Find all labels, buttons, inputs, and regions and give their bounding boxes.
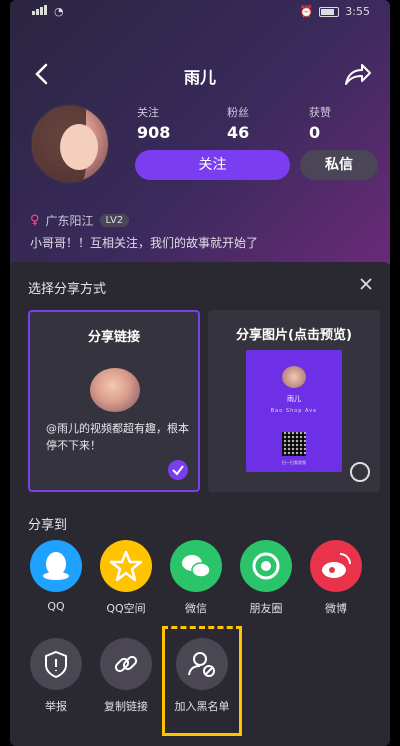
- qr-code: [282, 432, 306, 456]
- share-link-card[interactable]: 分享链接 @雨儿的视频都超有趣，根本停不下来！: [28, 310, 200, 492]
- wechat-icon: [170, 540, 222, 592]
- share-target-label: QQ空间: [106, 602, 146, 615]
- status-time: 3:55: [345, 5, 370, 18]
- stat-following[interactable]: 关注 908: [137, 104, 197, 142]
- poster-preview[interactable]: 雨儿 Bao Shop Ave 扫一扫看视频: [246, 350, 342, 472]
- stat-likes[interactable]: 获赞 0: [309, 104, 369, 142]
- stat-value: 46: [227, 123, 250, 142]
- female-gender-icon: ♀: [30, 213, 40, 228]
- page-title: 雨儿: [183, 68, 216, 87]
- stat-label: 关注: [137, 106, 159, 119]
- selected-check-icon: [168, 460, 188, 480]
- poster-footer: 扫一扫看视频: [282, 460, 306, 465]
- share-qq[interactable]: QQ: [24, 540, 88, 613]
- qq-icon: [30, 540, 82, 592]
- moments-icon: [240, 540, 292, 592]
- link-icon: [100, 638, 152, 690]
- wifi-icon: ◔: [54, 5, 64, 18]
- stat-label: 获赞: [309, 106, 331, 119]
- battery-icon: [319, 6, 340, 17]
- report-action[interactable]: 举报: [24, 638, 88, 714]
- location-row: ♀ 广东阳江 LV2: [30, 212, 130, 229]
- top-nav: 雨儿: [10, 58, 390, 90]
- message-button[interactable]: 私信: [300, 150, 378, 180]
- share-link-text: @雨儿的视频都超有趣，根本停不下来！: [46, 422, 189, 452]
- card-title: 分享链接: [87, 330, 140, 345]
- report-shield-icon: [30, 638, 82, 690]
- avatar[interactable]: [30, 104, 110, 184]
- unselected-radio[interactable]: [350, 462, 370, 482]
- copy-link-action[interactable]: 复制链接: [94, 638, 158, 714]
- share-qzone[interactable]: QQ空间: [94, 540, 158, 616]
- poster-tag: Bao Shop Ave: [270, 408, 318, 414]
- status-bar: ◔ ⏰ 3:55: [10, 0, 390, 22]
- alarm-icon: ⏰: [299, 5, 314, 18]
- weibo-icon: [310, 540, 362, 592]
- share-moments[interactable]: 朋友圈: [234, 540, 298, 616]
- stat-value: 908: [137, 123, 171, 142]
- poster-avatar: [282, 366, 306, 388]
- bio-text: 小哥哥！！互相关注，我们的故事就开始了: [30, 236, 259, 250]
- card-avatar: [90, 368, 140, 412]
- share-icon[interactable]: [342, 60, 372, 88]
- stat-fans[interactable]: 粉丝 46: [227, 104, 287, 142]
- follow-button[interactable]: 关注: [135, 150, 290, 180]
- share-wechat[interactable]: 微信: [164, 540, 228, 616]
- share-target-label: 微信: [185, 602, 207, 615]
- highlight-frame: [162, 626, 242, 736]
- action-label: 举报: [45, 700, 67, 713]
- signal-icon: [32, 5, 48, 18]
- qzone-star-icon: [100, 540, 152, 592]
- share-weibo[interactable]: 微博: [304, 540, 368, 616]
- share-target-label: 微博: [325, 602, 347, 615]
- share-sheet: 选择分享方式 分享链接 @雨儿的视频都超有趣，根本停不下来！ 分享图片(点击预览…: [10, 262, 390, 746]
- location-text: 广东阳江: [45, 214, 94, 228]
- phone-screen: ◔ ⏰ 3:55 雨儿 关注 908 粉丝 46 获赞 0 关注 私信 ♀ 广东…: [10, 0, 390, 746]
- sheet-title: 选择分享方式: [28, 282, 107, 297]
- share-target-label: 朋友圈: [249, 602, 283, 615]
- stat-value: 0: [309, 123, 321, 142]
- stat-label: 粉丝: [227, 106, 249, 119]
- share-to-label: 分享到: [28, 518, 68, 533]
- share-image-card[interactable]: 分享图片(点击预览) 雨儿 Bao Shop Ave 扫一扫看视频: [208, 310, 380, 492]
- close-icon[interactable]: [358, 276, 374, 292]
- action-label: 复制链接: [104, 700, 148, 713]
- level-badge: LV2: [99, 214, 130, 227]
- share-target-label: QQ: [47, 600, 65, 613]
- poster-name: 雨儿: [287, 395, 301, 403]
- card-title: 分享图片(点击预览): [236, 328, 352, 343]
